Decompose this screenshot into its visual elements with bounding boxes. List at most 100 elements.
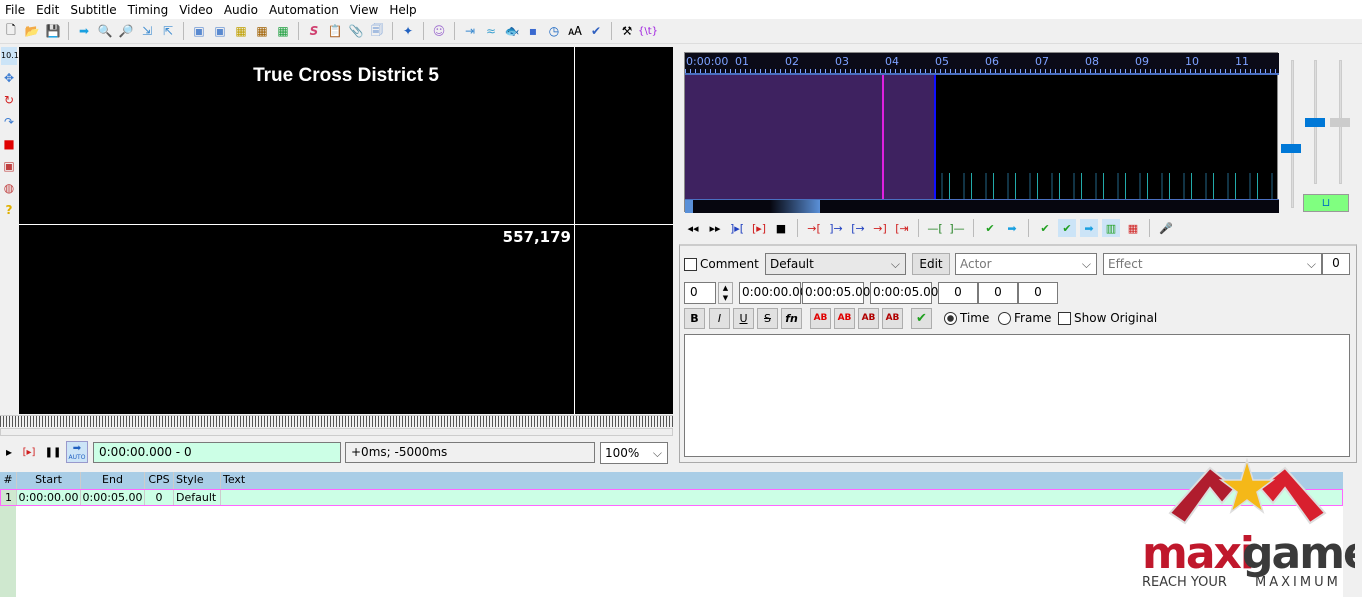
outline-color-button[interactable]: AB bbox=[858, 308, 879, 329]
menu-view[interactable]: View bbox=[345, 3, 384, 17]
vector-clip-tool-icon[interactable]: ◍ bbox=[1, 179, 17, 197]
margin-vertical-field[interactable]: 0 bbox=[1018, 282, 1058, 304]
translation-assistant-icon[interactable]: ▪ bbox=[524, 22, 542, 40]
options-tools-icon[interactable]: 🗚 bbox=[566, 22, 584, 40]
spell-checker-icon[interactable]: ◷ bbox=[545, 22, 563, 40]
lead-out-icon[interactable]: ]— bbox=[948, 219, 966, 237]
new-file-icon[interactable]: 🗋 bbox=[2, 22, 20, 40]
menu-timing[interactable]: Timing bbox=[123, 3, 175, 17]
auto-commit-toggle-icon[interactable]: ✔ bbox=[1058, 219, 1076, 237]
video-seek-slider[interactable] bbox=[0, 415, 673, 427]
play-after-start-icon[interactable]: ]→ bbox=[827, 219, 845, 237]
effect-dropdown[interactable]: Effect ⌵ bbox=[1103, 253, 1322, 275]
margin-right-field[interactable]: 0 bbox=[978, 282, 1018, 304]
audio-scrollbar[interactable] bbox=[685, 199, 1279, 213]
kanji-timer-icon[interactable]: ☺ bbox=[430, 22, 448, 40]
audio-selection[interactable] bbox=[685, 75, 934, 199]
audio-zoom-slider-thumb[interactable] bbox=[1281, 144, 1301, 153]
font-button[interactable]: fn bbox=[781, 308, 802, 329]
resample-icon[interactable]: 🐟 bbox=[503, 22, 521, 40]
menu-automation[interactable]: Automation bbox=[264, 3, 345, 17]
scale-tool-icon[interactable]: ■ bbox=[1, 135, 17, 153]
detach-video-icon[interactable]: ⇱ bbox=[159, 22, 177, 40]
transform-tag-icon[interactable]: {\t} bbox=[638, 22, 658, 40]
video-details-icon[interactable]: ▦ bbox=[253, 22, 271, 40]
pause-icon[interactable]: ❚❚ bbox=[44, 443, 62, 461]
rotate-z-tool-icon[interactable]: ↻ bbox=[1, 91, 17, 109]
menu-audio[interactable]: Audio bbox=[219, 3, 264, 17]
subtitle-text-input[interactable] bbox=[684, 334, 1350, 457]
comment-checkbox[interactable] bbox=[684, 258, 697, 271]
automation-icon[interactable]: ✦ bbox=[399, 22, 417, 40]
menu-file[interactable]: File bbox=[0, 3, 31, 17]
secondary-color-button[interactable]: AB bbox=[834, 308, 855, 329]
standard-tool-icon[interactable]: 10.1 bbox=[1, 47, 19, 65]
rotate-xy-tool-icon[interactable]: ↷ bbox=[1, 113, 17, 131]
style-dropdown[interactable]: Default ⌵ bbox=[765, 253, 906, 275]
audio-vertical-zoom-slider-thumb[interactable] bbox=[1330, 118, 1350, 127]
start-time-field[interactable]: 0:00:00.00 bbox=[739, 282, 807, 304]
fonts-collector-icon[interactable]: 🗐 bbox=[368, 22, 386, 40]
show-original-checkbox[interactable] bbox=[1058, 312, 1071, 325]
audio-spectrogram[interactable]: 0:00:00 01 02 03 04 05 06 07 08 09 10 11 bbox=[684, 52, 1279, 213]
spectrum-mode-icon[interactable]: ▥ bbox=[1102, 219, 1120, 237]
commit-icon[interactable]: ✔ bbox=[981, 219, 999, 237]
keyframes-icon[interactable]: ▦ bbox=[232, 22, 250, 40]
play-before-start-icon[interactable]: →[ bbox=[805, 219, 823, 237]
effect-number-field[interactable]: 0 bbox=[1322, 253, 1350, 275]
hammer-icon[interactable]: ⚒ bbox=[618, 22, 636, 40]
video-seek-scrollbar[interactable] bbox=[0, 428, 673, 436]
zoom-out-icon[interactable]: 🔎 bbox=[117, 22, 135, 40]
script-s-icon[interactable]: S bbox=[305, 22, 323, 40]
prev-line-icon[interactable]: ◂◂ bbox=[684, 219, 702, 237]
menu-subtitle[interactable]: Subtitle bbox=[65, 3, 122, 17]
duration-field[interactable]: 0:00:05.00 bbox=[870, 282, 938, 304]
actor-dropdown[interactable]: Actor ⌵ bbox=[955, 253, 1097, 275]
time-radio[interactable] bbox=[944, 312, 957, 325]
end-time-field[interactable]: 0:00:05.00 bbox=[802, 282, 870, 304]
styles-manager-icon[interactable]: ▣ bbox=[190, 22, 208, 40]
go-to-next-icon[interactable]: ➡ bbox=[1003, 219, 1021, 237]
play-before-end-icon[interactable]: [→ bbox=[849, 219, 867, 237]
primary-color-button[interactable]: AB bbox=[810, 308, 831, 329]
video-grid-icon[interactable]: ▦ bbox=[274, 22, 292, 40]
menu-video[interactable]: Video bbox=[174, 3, 219, 17]
audio-zoom-slider[interactable] bbox=[1291, 60, 1294, 208]
shadow-color-button[interactable]: AB bbox=[882, 308, 903, 329]
frame-radio[interactable] bbox=[998, 312, 1011, 325]
layer-field[interactable]: 0 bbox=[684, 282, 716, 304]
karaoke-icon[interactable]: ▦ bbox=[1124, 219, 1142, 237]
commit-button[interactable]: ✔ bbox=[911, 308, 932, 329]
help-icon[interactable]: ? bbox=[1, 201, 17, 219]
attachments-icon[interactable]: 📎 bbox=[347, 22, 365, 40]
link-volume-toggle[interactable]: ⊔ bbox=[1303, 194, 1349, 212]
bold-button[interactable]: B bbox=[684, 308, 705, 329]
shift-times-icon[interactable]: ⇥ bbox=[461, 22, 479, 40]
underline-button[interactable]: U bbox=[733, 308, 754, 329]
edit-style-button[interactable]: Edit bbox=[912, 253, 950, 275]
play-to-end-icon[interactable]: [⇥ bbox=[893, 219, 911, 237]
play-current-line-icon[interactable]: [▸] bbox=[750, 219, 768, 237]
play-line-icon[interactable]: [▸] bbox=[20, 443, 38, 461]
auto-next-toggle-icon[interactable]: ➡ bbox=[1080, 219, 1098, 237]
stop-icon[interactable]: ■ bbox=[772, 219, 790, 237]
hotkeys-icon[interactable]: ✔ bbox=[587, 22, 605, 40]
video-time-field[interactable]: 0:00:00.000 - 0 bbox=[93, 442, 341, 463]
clip-rect-tool-icon[interactable]: ▣ bbox=[1, 157, 17, 175]
menu-help[interactable]: Help bbox=[384, 3, 422, 17]
play-after-end-icon[interactable]: →] bbox=[871, 219, 889, 237]
zoom-dropdown[interactable]: 100% ⌵ bbox=[600, 442, 668, 464]
properties-icon[interactable]: 📋 bbox=[326, 22, 344, 40]
save-icon[interactable]: 💾 bbox=[44, 22, 62, 40]
menu-edit[interactable]: Edit bbox=[31, 3, 65, 17]
autoscroll-toggle[interactable]: ➡ AUTO bbox=[66, 441, 88, 463]
selection-end-marker[interactable] bbox=[934, 75, 936, 199]
styles-manager-2-icon[interactable]: ▣ bbox=[211, 22, 229, 40]
jump-to-icon[interactable]: ➡ bbox=[75, 22, 93, 40]
attach-video-icon[interactable]: ⇲ bbox=[138, 22, 156, 40]
margin-left-field[interactable]: 0 bbox=[938, 282, 978, 304]
drag-tool-icon[interactable]: ✥ bbox=[1, 69, 17, 87]
karaoke-mode-icon[interactable]: 🎤 bbox=[1157, 219, 1175, 237]
play-icon[interactable]: ▸ bbox=[0, 443, 18, 461]
open-folder-icon[interactable]: 📂 bbox=[23, 22, 41, 40]
